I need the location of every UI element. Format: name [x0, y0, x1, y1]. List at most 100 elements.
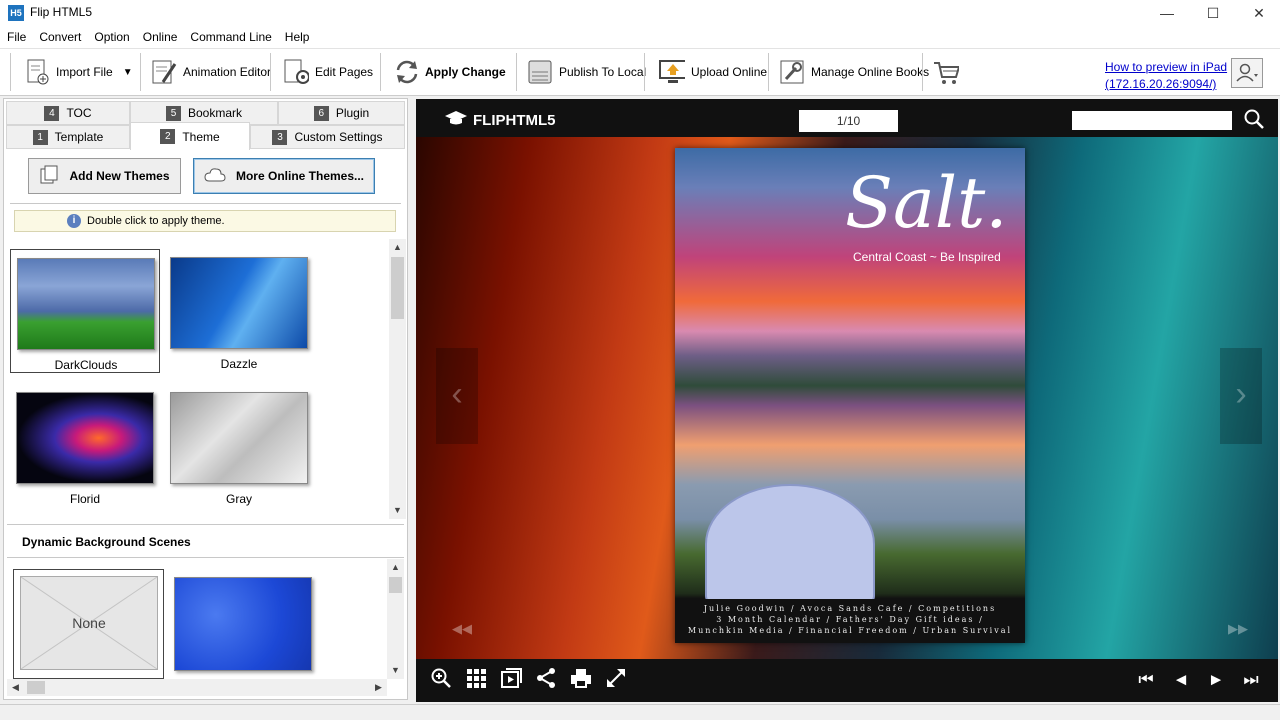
- title-bar: H5 Flip HTML5 — ☐ ✕: [0, 0, 1280, 26]
- toolbar-divider: [516, 53, 517, 91]
- upload-online-label: Upload Online: [691, 65, 768, 79]
- chevron-down-icon[interactable]: ▼: [123, 67, 133, 78]
- theme-dazzle[interactable]: Dazzle: [164, 249, 314, 373]
- scroll-thumb[interactable]: [389, 577, 402, 593]
- fullscreen-icon[interactable]: [603, 667, 629, 693]
- edit-pages-label: Edit Pages: [315, 65, 374, 79]
- tab-toc[interactable]: 4 TOC: [6, 101, 130, 125]
- scenes-scrollbar[interactable]: ▲ ▼: [387, 559, 404, 679]
- scroll-down-icon[interactable]: ▼: [389, 502, 406, 519]
- theme-florid[interactable]: Florid: [10, 384, 160, 508]
- add-theme-icon: [39, 165, 59, 188]
- first-page-hint-icon[interactable]: ◀◀: [452, 621, 472, 637]
- ipad-preview-link-line1[interactable]: How to preview in iPad: [1105, 59, 1227, 76]
- scroll-up-icon[interactable]: ▲: [389, 239, 406, 256]
- cart-button[interactable]: [933, 49, 965, 95]
- menu-convert[interactable]: Convert: [32, 26, 87, 48]
- scene-bubbles[interactable]: [174, 577, 312, 671]
- add-new-themes-button[interactable]: Add New Themes: [28, 158, 181, 194]
- viewer-top-bar: FLIPHTML5 1/10: [416, 99, 1278, 137]
- menu-online[interactable]: Online: [136, 26, 184, 48]
- manage-online-books-label: Manage Online Books: [811, 65, 930, 79]
- thumbnails-grid-icon[interactable]: [463, 667, 489, 693]
- tab-number: 5: [165, 105, 181, 121]
- menu-option[interactable]: Option: [87, 26, 135, 48]
- book-preview: FLIPHTML5 1/10 ‹ › ◀◀ ▶▶ Salt. Central C…: [416, 99, 1278, 702]
- cover-subtitle: Central Coast ~ Be Inspired: [853, 250, 1001, 264]
- first-page-icon[interactable]: ⏮: [1133, 667, 1159, 693]
- scenes-hscrollbar[interactable]: ◀ ▶: [7, 679, 387, 696]
- tab-number: 4: [44, 105, 60, 121]
- close-icon[interactable]: ✕: [1236, 0, 1280, 26]
- next-page-button-icon[interactable]: ►: [1203, 667, 1229, 693]
- scroll-thumb[interactable]: [391, 257, 404, 319]
- last-page-hint-icon[interactable]: ▶▶: [1228, 621, 1248, 637]
- zoom-in-icon[interactable]: [428, 667, 454, 693]
- share-icon[interactable]: [533, 667, 559, 693]
- info-icon: i: [67, 214, 81, 228]
- hint-text: Double click to apply theme.: [87, 215, 225, 227]
- upload-online-button[interactable]: Upload Online: [659, 49, 767, 95]
- scroll-left-icon[interactable]: ◀: [7, 679, 24, 696]
- print-icon[interactable]: [568, 667, 594, 693]
- theme-darkclouds[interactable]: DarkClouds: [10, 249, 160, 373]
- tab-template[interactable]: 1 Template: [6, 125, 130, 149]
- cover-footer-line: Munchkin Media / Financial Freedom / Urb…: [687, 626, 1013, 635]
- toolbar-divider: [768, 53, 769, 91]
- scroll-right-icon[interactable]: ▶: [370, 679, 387, 696]
- user-account-button[interactable]: [1231, 58, 1263, 88]
- apply-change-button[interactable]: Apply Change: [393, 49, 506, 95]
- themes-scrollbar[interactable]: ▲ ▼: [389, 239, 406, 519]
- prev-page-icon[interactable]: ‹: [436, 348, 478, 444]
- brand-name: FLIPHTML5: [473, 111, 556, 129]
- next-page-icon[interactable]: ›: [1220, 348, 1262, 444]
- book-cover-page[interactable]: Salt. Central Coast ~ Be Inspired Julie …: [675, 148, 1025, 643]
- more-online-themes-button[interactable]: More Online Themes...: [193, 158, 375, 194]
- toolbar-divider: [922, 53, 923, 91]
- tab-label: Template: [54, 130, 104, 144]
- add-new-themes-label: Add New Themes: [69, 169, 170, 183]
- theme-thumbnail: [17, 258, 155, 350]
- tab-custom-settings[interactable]: 3 Custom Settings: [250, 125, 405, 149]
- menu-help[interactable]: Help: [278, 26, 316, 48]
- scene-none[interactable]: None: [13, 569, 164, 679]
- previous-page-icon[interactable]: ◄: [1168, 667, 1194, 693]
- cover-footer: Julie Goodwin / Avoca Sands Cafe / Compe…: [675, 599, 1025, 643]
- manage-online-books-button[interactable]: Manage Online Books: [779, 49, 929, 95]
- search-icon[interactable]: [1243, 108, 1265, 133]
- animation-editor-button[interactable]: Animation Editor: [151, 49, 271, 95]
- more-online-themes-label: More Online Themes...: [235, 169, 365, 183]
- toolbar: Import File ▼ Animation Editor Edit Page…: [0, 48, 1280, 96]
- viewer-search-input[interactable]: [1072, 111, 1232, 130]
- ipad-preview-link[interactable]: How to preview in iPad (172.16.20.26:909…: [1105, 59, 1227, 93]
- ipad-preview-link-line2[interactable]: (172.16.20.26:9094/): [1105, 76, 1227, 93]
- divider: [10, 203, 401, 204]
- hint-bar: i Double click to apply theme.: [14, 210, 396, 232]
- graduation-cap-icon: [444, 109, 468, 131]
- tab-theme[interactable]: 2 Theme: [130, 122, 250, 150]
- scene-none-label: None: [72, 615, 106, 631]
- page-indicator[interactable]: 1/10: [799, 110, 898, 132]
- minimize-icon[interactable]: —: [1144, 0, 1190, 26]
- upload-monitor-icon: [659, 58, 685, 86]
- theme-gray[interactable]: Gray: [164, 384, 314, 508]
- fliphtml5-logo: FLIPHTML5: [444, 109, 556, 131]
- scene-thumbnail: None: [20, 576, 158, 670]
- edit-pages-button[interactable]: Edit Pages: [283, 49, 373, 95]
- single-page-icon[interactable]: [498, 667, 524, 693]
- theme-thumbnail: [170, 392, 308, 484]
- menu-command-line[interactable]: Command Line: [183, 26, 277, 48]
- scroll-up-icon[interactable]: ▲: [387, 559, 404, 576]
- wrench-icon: [779, 58, 805, 86]
- tab-plugin[interactable]: 6 Plugin: [278, 101, 405, 125]
- scroll-thumb[interactable]: [27, 681, 45, 694]
- tab-label: Bookmark: [187, 106, 243, 120]
- last-page-icon[interactable]: ⏭: [1238, 667, 1264, 693]
- publish-to-local-button[interactable]: Publish To Local: [527, 49, 646, 95]
- scroll-down-icon[interactable]: ▼: [387, 662, 404, 679]
- menu-file[interactable]: File: [0, 26, 32, 48]
- maximize-icon[interactable]: ☐: [1190, 0, 1236, 26]
- theme-label: Dazzle: [220, 357, 258, 371]
- tab-number: 2: [160, 129, 176, 144]
- import-file-button[interactable]: Import File ▼: [24, 49, 133, 95]
